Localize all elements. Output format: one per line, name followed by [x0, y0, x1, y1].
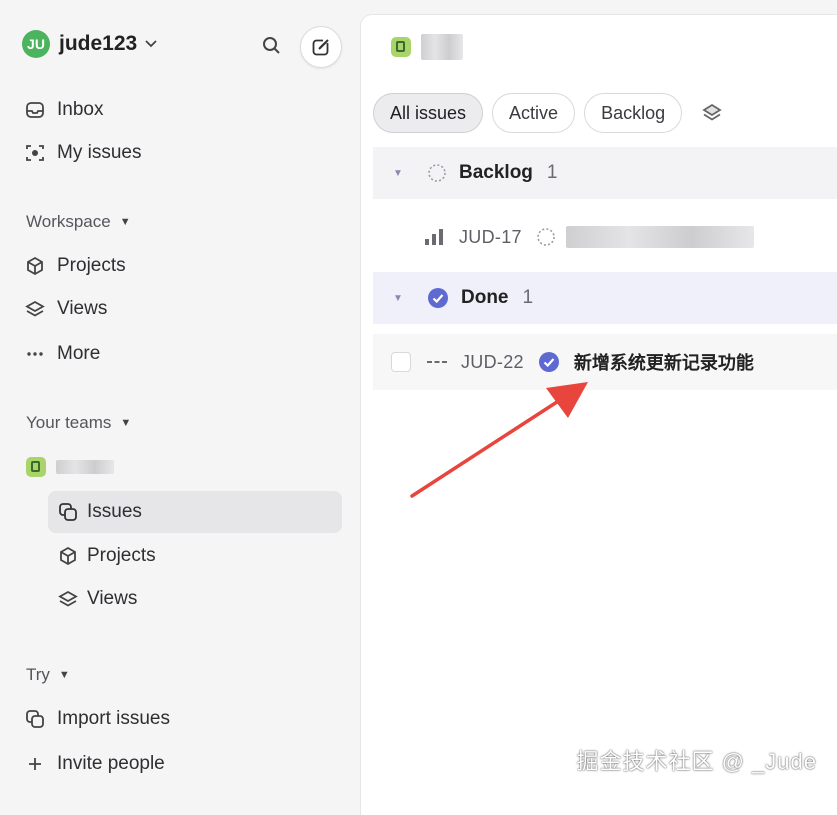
team-title-redacted	[421, 34, 463, 60]
issue-row[interactable]: JUD-17	[373, 209, 837, 265]
group-header-backlog[interactable]: ▼ Backlog 1	[373, 147, 837, 199]
layers-icon	[57, 588, 79, 610]
group-count: 1	[547, 162, 558, 184]
team-nav-projects[interactable]: Projects	[48, 535, 342, 577]
caret-down-icon[interactable]: ▼	[393, 293, 409, 304]
backlog-status-icon	[427, 163, 447, 183]
plus-icon	[24, 753, 46, 775]
nav-views[interactable]: Views	[24, 298, 107, 320]
group-count: 1	[523, 287, 534, 309]
issue-title-redacted	[566, 226, 754, 248]
new-issue-button[interactable]	[300, 26, 342, 68]
nav-more-label: More	[57, 343, 100, 365]
issue-select-checkbox[interactable]	[391, 352, 411, 372]
caret-down-icon: ▼	[59, 669, 70, 681]
view-tabs: All issues Active Backlog	[373, 93, 723, 133]
group-header-done[interactable]: ▼ Done 1	[373, 272, 837, 324]
issue-title: 新增系统更新记录功能	[574, 349, 754, 375]
team-nav-projects-label: Projects	[87, 545, 156, 567]
team-header-breadcrumb[interactable]	[391, 34, 463, 60]
cube-icon	[24, 255, 46, 277]
issue-id: JUD-17	[459, 227, 522, 248]
nav-my-issues-label: My issues	[57, 142, 141, 164]
caret-down-icon: ▼	[120, 216, 131, 228]
more-icon	[24, 343, 46, 365]
team-nav-views-label: Views	[87, 588, 137, 610]
workspace-avatar: JU	[22, 30, 50, 58]
import-icon	[24, 708, 46, 730]
team-icon	[391, 37, 411, 57]
tab-backlog[interactable]: Backlog	[584, 93, 682, 133]
group-name: Done	[461, 287, 509, 309]
focus-icon	[24, 142, 46, 164]
caret-down-icon: ▼	[120, 417, 131, 429]
nav-inbox-label: Inbox	[57, 99, 103, 121]
teams-section-toggle[interactable]: Your teams ▼	[26, 413, 131, 433]
nav-projects[interactable]: Projects	[24, 255, 126, 277]
workspace-name: jude123	[59, 32, 137, 56]
group-name: Backlog	[459, 162, 533, 184]
nav-inbox[interactable]: Inbox	[24, 99, 103, 121]
nav-import-issues[interactable]: Import issues	[24, 708, 170, 730]
try-section-label: Try	[26, 665, 50, 685]
chevron-down-icon	[145, 35, 157, 53]
team-nav-issues[interactable]: Issues	[48, 491, 342, 533]
workspace-switcher[interactable]: JU jude123	[22, 30, 157, 58]
layers-icon[interactable]	[701, 102, 723, 124]
nav-my-issues[interactable]: My issues	[24, 142, 141, 164]
nav-invite-label: Invite people	[57, 753, 165, 775]
compose-icon	[311, 37, 331, 57]
workspace-section-toggle[interactable]: Workspace ▼	[26, 212, 131, 232]
priority-bars-icon[interactable]	[424, 228, 446, 246]
nav-views-label: Views	[57, 298, 107, 320]
team-name-redacted	[56, 460, 114, 474]
team-header[interactable]	[26, 457, 114, 477]
annotation-arrow	[400, 370, 600, 510]
nav-import-label: Import issues	[57, 708, 170, 730]
try-section-toggle[interactable]: Try ▼	[26, 665, 70, 685]
watermark: 掘金技术社区 @ _Jude	[577, 744, 818, 776]
team-nav-issues-label: Issues	[87, 501, 142, 523]
caret-down-icon[interactable]: ▼	[393, 168, 409, 179]
nav-more[interactable]: More	[24, 343, 100, 365]
nav-projects-label: Projects	[57, 255, 126, 277]
tab-all-issues[interactable]: All issues	[373, 93, 483, 133]
tab-active[interactable]: Active	[492, 93, 575, 133]
team-nav-views[interactable]: Views	[48, 578, 342, 620]
workspace-section-label: Workspace	[26, 212, 111, 232]
sidebar: JU jude123 Inbox My issues Workspace ▼ P…	[0, 0, 360, 798]
layers-icon	[24, 298, 46, 320]
done-status-icon	[427, 287, 449, 309]
inbox-icon	[24, 99, 46, 121]
team-icon	[26, 457, 46, 477]
cube-icon	[57, 545, 79, 567]
no-priority-icon[interactable]	[426, 359, 448, 365]
backlog-status-icon[interactable]	[536, 227, 556, 247]
search-icon[interactable]	[262, 36, 282, 61]
nav-invite-people[interactable]: Invite people	[24, 753, 165, 775]
issues-icon	[57, 501, 79, 523]
teams-section-label: Your teams	[26, 413, 111, 433]
